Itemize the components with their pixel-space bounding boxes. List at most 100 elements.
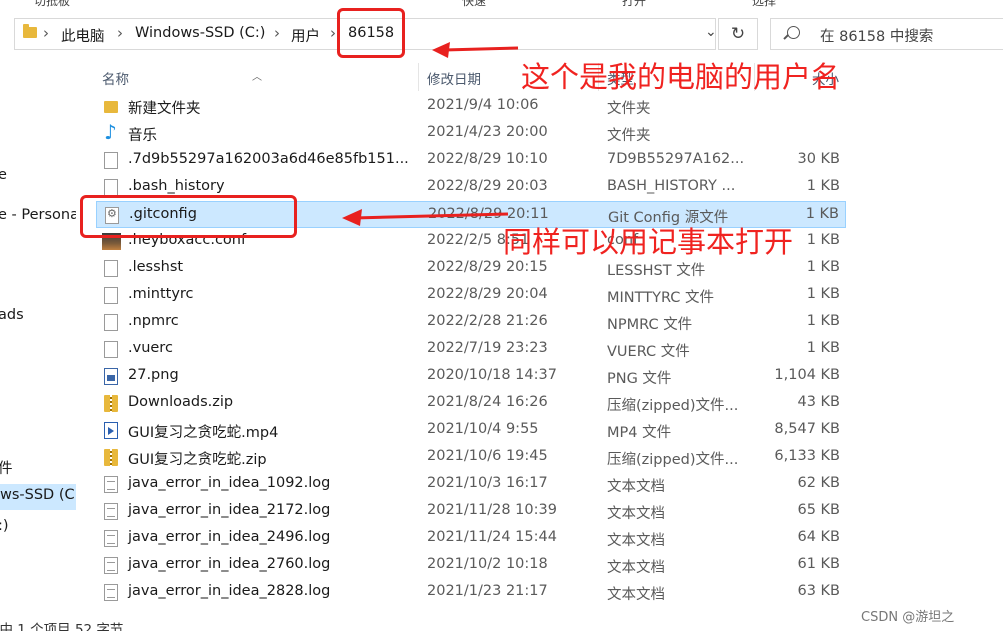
- file-date: 2022/2/28 21:26: [427, 313, 548, 329]
- file-size: 61 KB: [797, 556, 840, 572]
- file-size: 1,104 KB: [774, 367, 840, 383]
- file-type: BASH_HISTORY ...: [607, 178, 736, 194]
- nav-item-drive-c[interactable]: ws-SSD (C:): [0, 484, 76, 510]
- file-date: 2021/10/2 10:18: [427, 556, 548, 572]
- file-size: 1 KB: [806, 340, 840, 356]
- file-type: LESSHST 文件: [607, 263, 706, 279]
- file-size: 62 KB: [797, 475, 840, 491]
- refresh-button[interactable]: ↻: [718, 18, 758, 50]
- file-icon: [104, 179, 118, 196]
- file-date: 2022/8/29 20:03: [427, 178, 548, 194]
- chevron-right-icon: ›: [274, 24, 280, 42]
- file-name: .bash_history: [128, 178, 225, 194]
- file-size: 1 KB: [806, 286, 840, 302]
- search-icon: [787, 26, 800, 39]
- chevron-right-icon: ›: [330, 24, 336, 42]
- file-name: .npmrc: [128, 313, 179, 329]
- file-name: GUI复习之贪吃蛇.zip: [128, 452, 267, 468]
- file-size: 1 KB: [806, 313, 840, 329]
- file-name: java_error_in_idea_2828.log: [128, 583, 331, 599]
- navigation-pane: e e - Persona ads 件 ws-SSD (C:) :): [0, 60, 76, 631]
- file-date: 2021/9/4 10:06: [427, 97, 539, 113]
- music-icon: ♪: [104, 120, 117, 144]
- breadcrumb-users[interactable]: 用户: [291, 25, 320, 46]
- ribbon-strip: 切抵板 快速 打开 选择: [0, 0, 1003, 8]
- file-name: .7d9b55297a162003a6d46e85fb151...: [128, 151, 409, 167]
- zip-icon: [104, 449, 118, 466]
- file-row[interactable]: 27.png 2020/10/18 14:37 PNG 文件 1,104 KB: [96, 363, 846, 390]
- chevron-down-icon[interactable]: ⌄: [705, 24, 717, 40]
- file-name: .vuerc: [128, 340, 173, 356]
- text-file-icon: [104, 530, 118, 547]
- column-date[interactable]: 修改日期: [427, 68, 481, 88]
- ribbon-item[interactable]: 选择: [752, 0, 776, 8]
- annotation-arrow-username: [432, 42, 519, 58]
- file-date: 2021/10/3 16:17: [427, 475, 548, 491]
- zip-icon: [104, 395, 118, 412]
- file-row[interactable]: java_error_in_idea_1092.log 2021/10/3 16:…: [96, 471, 846, 498]
- nav-item[interactable]: e: [0, 167, 7, 183]
- file-name: 音乐: [128, 128, 157, 144]
- file-size: 1 KB: [806, 259, 840, 275]
- search-input[interactable]: 在 86158 中搜索: [770, 18, 1003, 50]
- text-file-icon: [104, 476, 118, 493]
- file-date: 2021/1/23 21:17: [427, 583, 548, 599]
- nav-item-downloads[interactable]: ads: [0, 307, 24, 323]
- file-row[interactable]: .npmrc 2022/2/28 21:26 NPMRC 文件 1 KB: [96, 309, 846, 336]
- file-date: 2021/10/6 19:45: [427, 448, 548, 464]
- file-row[interactable]: GUI复习之贪吃蛇.mp4 2021/10/4 9:55 MP4 文件 8,547 K…: [96, 417, 846, 444]
- file-type: 文本文档: [607, 506, 665, 522]
- nav-item[interactable]: 件: [0, 457, 13, 478]
- file-row[interactable]: .vuerc 2022/7/19 23:23 VUERC 文件 1 KB: [96, 336, 846, 363]
- sort-up-icon: ︿: [252, 72, 262, 83]
- refresh-icon: ↻: [730, 24, 746, 44]
- file-row[interactable]: java_error_in_idea_2828.log 2021/1/23 21:…: [96, 579, 846, 606]
- nav-item[interactable]: :): [0, 518, 9, 534]
- breadcrumb-this-pc[interactable]: 此电脑: [61, 25, 105, 46]
- file-row[interactable]: java_error_in_idea_2496.log 2021/11/24 15…: [96, 525, 846, 552]
- file-date: 2021/11/28 10:39: [427, 502, 557, 518]
- text-file-icon: [104, 557, 118, 574]
- file-size: 64 KB: [797, 529, 840, 545]
- breadcrumb-drive[interactable]: Windows-SSD (C:): [135, 25, 265, 41]
- folder-icon: [23, 24, 37, 38]
- file-type: 文本文档: [607, 587, 665, 603]
- file-row[interactable]: .minttyrc 2022/8/29 20:04 MINTTYRC 文件 1 KB: [96, 282, 846, 309]
- file-icon: [104, 152, 118, 169]
- column-name[interactable]: 名称: [102, 68, 129, 88]
- ribbon-item[interactable]: 打开: [622, 0, 646, 8]
- file-row[interactable]: java_error_in_idea_2760.log 2021/10/2 10:…: [96, 552, 846, 579]
- file-size: 30 KB: [797, 151, 840, 167]
- file-icon: [104, 287, 118, 304]
- file-date: 2022/8/29 10:10: [427, 151, 548, 167]
- text-file-icon: [104, 584, 118, 601]
- file-name: 新建文件夹: [128, 101, 201, 117]
- file-row[interactable]: GUI复习之贪吃蛇.zip 2021/10/6 19:45 压缩(zipped)文件…: [96, 444, 846, 471]
- file-row[interactable]: java_error_in_idea_2172.log 2021/11/28 10…: [96, 498, 846, 525]
- file-row[interactable]: .7d9b55297a162003a6d46e85fb151... 2022/8/…: [96, 147, 846, 174]
- annotation-notepad-note: 同样可以用记事本打开: [503, 225, 794, 259]
- file-date: 2022/7/19 23:23: [427, 340, 548, 356]
- file-type: 压缩(zipped)文件...: [607, 398, 739, 414]
- file-name: .lesshst: [128, 259, 184, 275]
- file-row[interactable]: ♪ 音乐 2021/4/23 20:00 文件夹: [96, 120, 846, 147]
- annotation-box-gitconfig: [80, 195, 297, 238]
- file-type: NPMRC 文件: [607, 317, 693, 333]
- watermark: CSDN @游坦之: [861, 610, 955, 625]
- file-type: MP4 文件: [607, 425, 672, 441]
- ribbon-item[interactable]: 切抵板: [34, 0, 70, 8]
- file-size: 6,133 KB: [774, 448, 840, 464]
- file-date: 2022/8/29 20:15: [427, 259, 548, 275]
- file-icon: [104, 260, 118, 277]
- file-size: 1 KB: [806, 232, 840, 248]
- file-row[interactable]: 新建文件夹 2021/9/4 10:06 文件夹: [96, 93, 846, 120]
- nav-item-onedrive[interactable]: e - Persona: [0, 207, 76, 223]
- file-size: 8,547 KB: [774, 421, 840, 437]
- file-row[interactable]: Downloads.zip 2021/8/24 16:26 压缩(zipped)文件…: [96, 390, 846, 417]
- annotation-box-username: [337, 8, 405, 58]
- file-type: 文本文档: [607, 479, 665, 495]
- column-divider[interactable]: [418, 63, 419, 91]
- file-name: java_error_in_idea_2172.log: [128, 502, 331, 518]
- png-icon: [104, 368, 118, 385]
- ribbon-item[interactable]: 快速: [462, 0, 486, 8]
